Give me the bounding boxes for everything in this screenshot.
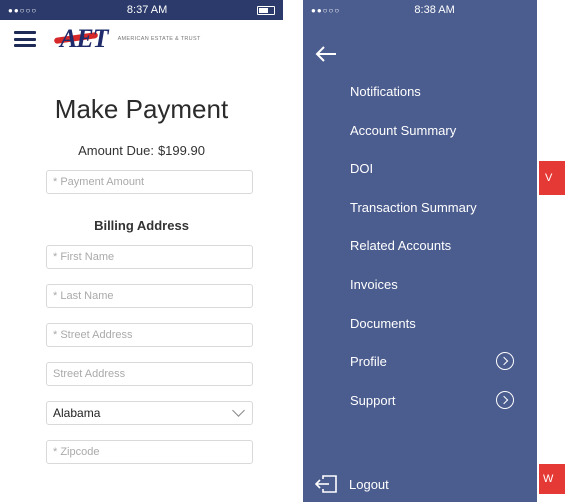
logout-label: Logout [349,476,389,492]
signal-indicator: ●●○○○ [8,5,38,15]
chevron-down-icon [232,404,245,417]
payment-screen: ●●○○○ 8:37 AM AET AMERICAN ESTATE & TRUS… [0,0,283,502]
menu-item-related-accounts[interactable]: Related Accounts [350,235,520,255]
logo: AET AMERICAN ESTATE & TRUST [53,24,201,54]
logo-mark: AET [60,24,109,53]
menu-item-label: DOI [350,160,374,176]
logo-text: AMERICAN ESTATE & TRUST [117,36,201,42]
menu-item-label: Documents [350,315,416,331]
menu-item-documents[interactable]: Documents [350,313,520,333]
menu-item-profile[interactable]: Profile [350,351,520,371]
navigation-drawer-screen: V W ●●○○○ 8:38 AM Notifications Account … [303,0,565,502]
state-select-value: Alabama [53,406,101,420]
menu-item-support[interactable]: Support [350,390,520,410]
navigation-drawer: ●●○○○ 8:38 AM Notifications Account Summ… [303,0,537,502]
chevron-right-circle-icon[interactable] [496,391,514,409]
underlying-button: V [539,161,565,195]
menu-item-notifications[interactable]: Notifications [350,81,520,101]
status-time: 8:38 AM [414,4,455,16]
status-bar: ●●○○○ 8:37 AM [0,0,283,20]
page-title: Make Payment [54,94,229,124]
amount-due-label: Amount Due: [78,143,154,158]
menu-item-invoices[interactable]: Invoices [350,274,520,294]
menu-item-label: Profile [350,353,387,369]
underlying-button: W [539,464,565,494]
street-address-2-input[interactable]: Street Address [46,362,253,386]
menu-item-label: Notifications [350,83,421,99]
billing-address-heading: Billing Address [94,218,189,233]
menu-item-label: Support [350,392,396,408]
amount-due: Amount Due: $199.90 [0,143,283,158]
menu-item-transaction-summary[interactable]: Transaction Summary [350,197,520,217]
state-select[interactable]: Alabama [46,401,253,425]
menu-item-doi[interactable]: DOI [350,158,520,178]
first-name-input[interactable]: * First Name [46,245,253,269]
signal-indicator: ●●○○○ [311,5,341,15]
last-name-input[interactable]: * Last Name [46,284,253,308]
zipcode-input[interactable]: * Zipcode [46,440,253,464]
hamburger-menu-icon[interactable] [14,31,36,47]
menu-item-label: Account Summary [350,122,457,138]
status-bar: ●●○○○ 8:38 AM [303,0,537,20]
menu-item-label: Invoices [350,276,398,292]
amount-due-value: $199.90 [157,143,205,158]
logout-icon [315,475,337,493]
status-time: 8:37 AM [126,4,168,16]
chevron-right-circle-icon[interactable] [496,352,514,370]
battery-icon [257,5,275,15]
menu-item-label: Related Accounts [350,237,452,253]
back-arrow-icon[interactable] [315,46,337,62]
menu-item-label: Transaction Summary [350,199,477,215]
street-address-input[interactable]: * Street Address [46,323,253,347]
payment-amount-input[interactable]: * Payment Amount [46,170,253,194]
app-header: AET AMERICAN ESTATE & TRUST [0,20,283,58]
underlying-page [537,0,565,502]
menu-item-account-summary[interactable]: Account Summary [350,120,520,140]
logout-button[interactable]: Logout [315,475,389,493]
